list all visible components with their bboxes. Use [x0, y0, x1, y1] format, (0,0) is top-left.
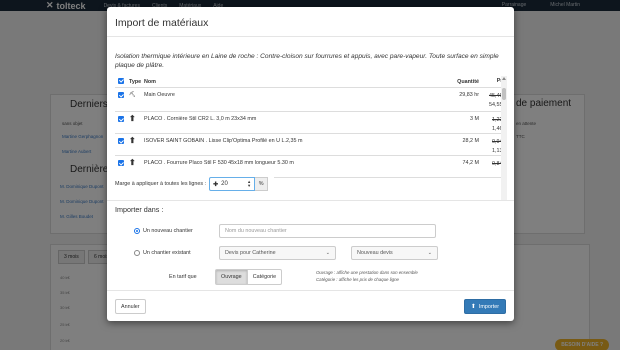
- tool-icon: ⬆: [129, 136, 136, 145]
- row-checkbox[interactable]: [118, 92, 124, 98]
- tarif-toggle: Ouvrage Catégorie: [215, 269, 283, 285]
- row-checkbox[interactable]: [118, 160, 124, 166]
- table-row: ⬆ PLACO . Fourrure Placo Stil F 530 45x1…: [115, 156, 507, 178]
- spinner-icon[interactable]: ▲ ▼: [247, 180, 251, 188]
- plus-icon: ✚: [213, 181, 219, 188]
- row-name: PLACO . Fourrure Placo Stil F 530 45x18 …: [144, 160, 294, 166]
- table-row: ⬆ ISOVER SAINT GOBAIN . Lisse Clip'Optim…: [115, 134, 507, 156]
- radio-new-site[interactable]: Un nouveau chantier: [134, 228, 193, 234]
- devis-select[interactable]: Nouveau devis ⌄: [351, 246, 438, 260]
- chevron-down-icon: ⌄: [427, 250, 432, 256]
- existing-site-select[interactable]: Devis pour Catherine ⌄: [219, 246, 336, 260]
- row-qty: 29,83 hr: [459, 92, 479, 98]
- col-type: Type: [129, 78, 142, 85]
- margin-label: Marge à appliquer à toutes les lignes :: [115, 181, 207, 187]
- margin-value: 20: [221, 181, 228, 187]
- col-name: Nom: [144, 78, 156, 85]
- col-qty: Quantité: [457, 78, 479, 85]
- import-button[interactable]: ⬆ Importer: [463, 299, 506, 314]
- tarif-help: Ouvrage : affiche une prestation dans so…: [316, 270, 418, 283]
- row-qty: 74,2 M: [462, 160, 479, 166]
- modal-footer: Annuler ⬆ Importer: [107, 290, 514, 321]
- upload-icon: ⬆: [470, 304, 476, 310]
- import-into-label: Importer dans :: [115, 205, 164, 214]
- select-all-checkbox[interactable]: [118, 77, 124, 84]
- radio-new-site-dot[interactable]: [134, 228, 140, 234]
- worker-icon: ⛏: [129, 92, 136, 98]
- new-site-name-input[interactable]: Nom du nouveau chantier: [219, 224, 436, 238]
- margin-row: Marge à appliquer à toutes les lignes : …: [115, 177, 275, 191]
- row-checkbox[interactable]: [118, 138, 124, 144]
- modal-body: Isolation thermique intérieure en Laine …: [107, 38, 514, 289]
- radio-new-site-label: Un nouveau chantier: [143, 228, 193, 234]
- row-qty: 3 M: [470, 116, 479, 122]
- scroll-thumb[interactable]: [502, 88, 506, 100]
- row-name: PLACO . Cornière Stil CR2 L. 3,0 m 23x34…: [144, 116, 257, 122]
- radio-existing-site-label: Un chantier existant: [143, 250, 191, 256]
- table-row: ⬆ PLACO . Cornière Stil CR2 L. 3,0 m 23x…: [115, 112, 507, 134]
- tool-icon: ⬆: [129, 158, 136, 167]
- row-qty: 28,2 M: [462, 138, 479, 144]
- chevron-down-icon: ⌄: [325, 250, 330, 256]
- import-materials-modal: Import de matériaux Isolation thermique …: [107, 7, 514, 321]
- table-header: Type Nom Quantité Prix: [115, 76, 507, 88]
- modal-header: Import de matériaux: [107, 7, 514, 37]
- tarif-help-categorie: Catégorie : affiche les prix de chaque l…: [316, 276, 399, 282]
- tarif-help-ouvrage: Ouvrage : affiche une prestation dans so…: [316, 270, 418, 275]
- table-scrollbar[interactable]: [501, 76, 507, 200]
- row-name: ISOVER SAINT GOBAIN . Lisse Clip'Optima …: [144, 138, 303, 144]
- cancel-button[interactable]: Annuler: [115, 299, 146, 314]
- margin-unit: %: [255, 177, 269, 191]
- tool-icon: ⬆: [129, 114, 136, 123]
- modal-title: Import de matériaux: [115, 17, 209, 29]
- margin-input[interactable]: ✚ 20 ▲ ▼: [209, 177, 256, 191]
- scroll-up-icon[interactable]: [502, 77, 506, 80]
- table-row: ⛏ Main Oeuvre 29,83 hr 45,46 € 54,55 €: [115, 88, 507, 112]
- tarif-categorie-button[interactable]: Catégorie: [247, 269, 283, 285]
- tarif-label: En tarif que: [169, 274, 197, 280]
- ouvrage-description: Isolation thermique intérieure en Laine …: [115, 53, 499, 69]
- divider: [107, 200, 514, 201]
- tarif-ouvrage-button[interactable]: Ouvrage: [215, 269, 248, 285]
- row-checkbox[interactable]: [118, 116, 124, 122]
- devis-value: Nouveau devis: [357, 250, 393, 256]
- radio-existing-site[interactable]: Un chantier existant: [134, 250, 191, 256]
- import-button-label: Importer: [478, 303, 499, 310]
- existing-site-value: Devis pour Catherine: [225, 250, 276, 256]
- radio-existing-site-dot[interactable]: [134, 250, 140, 256]
- row-name: Main Oeuvre: [144, 92, 175, 98]
